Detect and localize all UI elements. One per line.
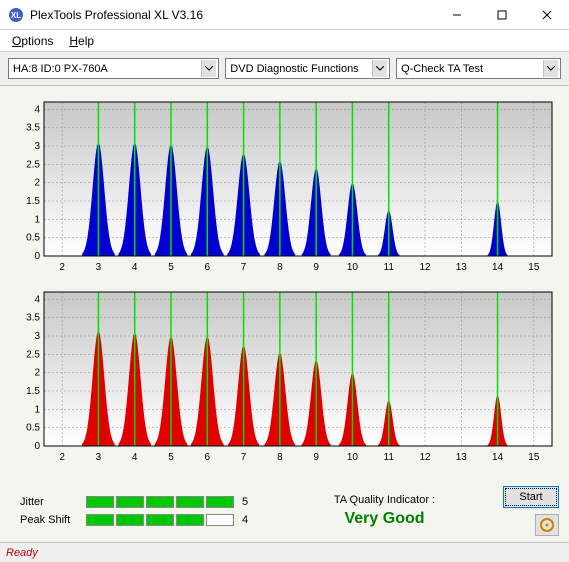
bottom-panel: Jitter 5 Peak Shift 4 TA Quality Indicat… bbox=[0, 480, 569, 542]
svg-text:12: 12 bbox=[419, 452, 431, 463]
svg-text:6: 6 bbox=[205, 452, 211, 463]
chart-area: 00.511.522.533.5423456789101112131415 00… bbox=[0, 86, 569, 480]
svg-text:3: 3 bbox=[96, 452, 102, 463]
close-button[interactable] bbox=[524, 0, 569, 29]
function-selector-value: DVD Diagnostic Functions bbox=[230, 63, 358, 75]
jitter-value: 5 bbox=[242, 496, 256, 508]
menubar: Options Help bbox=[0, 30, 569, 52]
chevron-down-icon bbox=[201, 60, 216, 77]
svg-text:2.5: 2.5 bbox=[26, 349, 40, 360]
svg-text:2.5: 2.5 bbox=[26, 159, 40, 170]
window-controls bbox=[434, 0, 569, 29]
svg-text:3.5: 3.5 bbox=[26, 123, 40, 134]
svg-text:5: 5 bbox=[168, 452, 174, 463]
quality-label: TA Quality Indicator : bbox=[334, 494, 435, 506]
test-selector-value: Q-Check TA Test bbox=[401, 63, 483, 75]
svg-text:15: 15 bbox=[528, 452, 540, 463]
quality-value: Very Good bbox=[344, 510, 424, 528]
svg-text:11: 11 bbox=[384, 262, 395, 273]
indicator-bar bbox=[206, 496, 234, 508]
chart-top: 0 0.5 1 1.5 2 2.5 3 3.5 4 2 3 4 5 6 7 8 9 10 11 12 13 14 15 bbox=[10, 96, 559, 276]
svg-text:13: 13 bbox=[456, 452, 468, 463]
device-selector[interactable]: HA:8 ID:0 PX-760A bbox=[8, 58, 219, 79]
svg-text:0: 0 bbox=[34, 251, 40, 262]
indicator-bar bbox=[146, 514, 174, 526]
svg-text:15: 15 bbox=[528, 262, 540, 273]
svg-text:9: 9 bbox=[313, 452, 319, 463]
svg-text:7: 7 bbox=[241, 452, 247, 463]
svg-text:10: 10 bbox=[347, 262, 359, 273]
svg-text:8: 8 bbox=[277, 262, 283, 273]
test-selector[interactable]: Q-Check TA Test bbox=[396, 58, 561, 79]
indicator-bar bbox=[116, 496, 144, 508]
chart-bottom: 0 0.5 1 1.5 2 2.5 3 3.5 4 2 3 4 5 6 7 8 9 10 11 12 13 14 15 bbox=[10, 286, 559, 466]
svg-text:11: 11 bbox=[384, 452, 395, 463]
svg-text:4: 4 bbox=[132, 262, 138, 273]
function-selector[interactable]: DVD Diagnostic Functions bbox=[225, 58, 390, 79]
svg-text:14: 14 bbox=[492, 452, 504, 463]
jitter-bars bbox=[86, 496, 234, 508]
disc-icon bbox=[540, 518, 554, 532]
metric-jitter: Jitter 5 bbox=[20, 496, 256, 508]
indicator-bar bbox=[176, 514, 204, 526]
svg-text:2: 2 bbox=[59, 452, 65, 463]
svg-text:3.5: 3.5 bbox=[26, 313, 40, 324]
indicator-bar bbox=[146, 496, 174, 508]
indicator-bar bbox=[116, 514, 144, 526]
quality-indicator: TA Quality Indicator : Very Good bbox=[296, 494, 473, 528]
app-icon: XL bbox=[8, 7, 24, 23]
peak-shift-label: Peak Shift bbox=[20, 514, 78, 526]
indicator-bar bbox=[206, 514, 234, 526]
svg-text:5: 5 bbox=[168, 262, 174, 273]
indicator-bar bbox=[86, 496, 114, 508]
device-selector-value: HA:8 ID:0 PX-760A bbox=[13, 63, 108, 75]
statusbar: Ready bbox=[0, 542, 569, 562]
window-title: PlexTools Professional XL V3.16 bbox=[30, 8, 434, 22]
menu-help[interactable]: Help bbox=[61, 32, 102, 50]
toolbar-selectors: HA:8 ID:0 PX-760A DVD Diagnostic Functio… bbox=[0, 52, 569, 86]
svg-text:13: 13 bbox=[456, 262, 468, 273]
svg-text:4: 4 bbox=[34, 104, 40, 115]
svg-text:3: 3 bbox=[34, 331, 40, 342]
svg-text:9: 9 bbox=[313, 262, 319, 273]
svg-text:2: 2 bbox=[59, 262, 65, 273]
peak-shift-value: 4 bbox=[242, 514, 256, 526]
metrics: Jitter 5 Peak Shift 4 bbox=[20, 496, 256, 526]
minimize-button[interactable] bbox=[434, 0, 479, 29]
menu-options[interactable]: Options bbox=[4, 32, 61, 50]
titlebar: XL PlexTools Professional XL V3.16 bbox=[0, 0, 569, 30]
svg-text:3: 3 bbox=[34, 141, 40, 152]
svg-text:1: 1 bbox=[34, 214, 40, 225]
svg-text:2: 2 bbox=[34, 368, 40, 379]
peak-shift-bars bbox=[86, 514, 234, 526]
svg-text:0.5: 0.5 bbox=[26, 423, 40, 434]
indicator-bar bbox=[86, 514, 114, 526]
svg-text:6: 6 bbox=[205, 262, 211, 273]
save-disc-button[interactable] bbox=[535, 514, 559, 536]
svg-text:8: 8 bbox=[277, 452, 283, 463]
action-buttons: Start bbox=[503, 486, 559, 536]
indicator-bar bbox=[176, 496, 204, 508]
start-button[interactable]: Start bbox=[503, 486, 559, 508]
svg-text:14: 14 bbox=[492, 262, 504, 273]
svg-text:1.5: 1.5 bbox=[26, 386, 40, 397]
svg-text:3: 3 bbox=[96, 262, 102, 273]
metric-peak-shift: Peak Shift 4 bbox=[20, 514, 256, 526]
svg-text:7: 7 bbox=[241, 262, 247, 273]
svg-text:12: 12 bbox=[419, 262, 431, 273]
maximize-button[interactable] bbox=[479, 0, 524, 29]
jitter-label: Jitter bbox=[20, 496, 78, 508]
svg-text:2: 2 bbox=[34, 178, 40, 189]
svg-text:0.5: 0.5 bbox=[26, 233, 40, 244]
chevron-down-icon bbox=[543, 60, 558, 77]
svg-text:4: 4 bbox=[132, 452, 138, 463]
svg-text:4: 4 bbox=[34, 294, 40, 305]
status-text: Ready bbox=[6, 547, 38, 559]
svg-text:10: 10 bbox=[347, 452, 359, 463]
chevron-down-icon bbox=[372, 60, 387, 77]
svg-text:XL: XL bbox=[11, 11, 21, 20]
svg-text:0: 0 bbox=[34, 441, 40, 452]
svg-text:1.5: 1.5 bbox=[26, 196, 40, 207]
svg-text:1: 1 bbox=[34, 404, 40, 415]
